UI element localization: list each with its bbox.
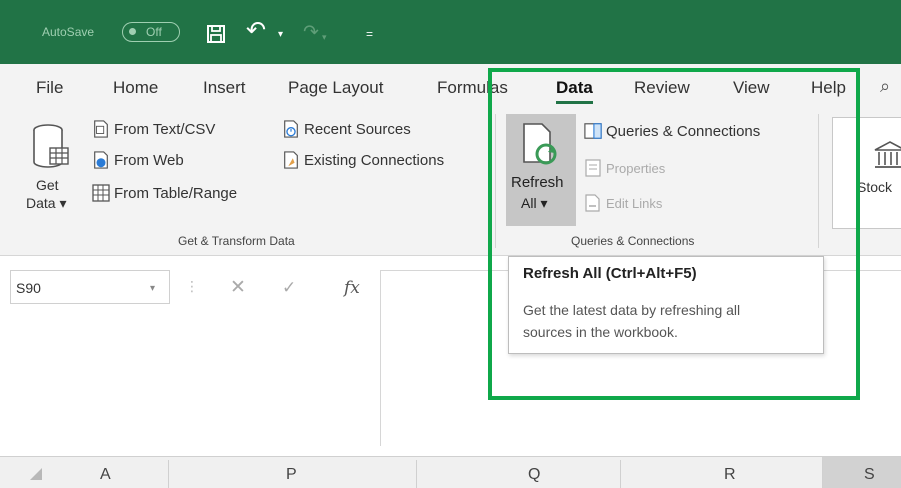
database-icon: [33, 124, 69, 168]
from-table-range-button[interactable]: From Table/Range: [92, 184, 237, 202]
recent-sources-button[interactable]: Recent Sources: [282, 120, 411, 138]
column-header-a[interactable]: A: [100, 466, 111, 484]
tab-page-layout[interactable]: Page Layout: [288, 78, 383, 98]
formula-bar-grip-icon: ⋮: [185, 278, 199, 294]
existing-connections-label: Existing Connections: [304, 151, 445, 169]
name-box-dropdown-icon[interactable]: ▾: [150, 283, 155, 294]
from-web-button[interactable]: From Web: [92, 151, 184, 169]
text-file-icon: [94, 120, 108, 138]
column-separator: [416, 460, 417, 488]
redo-dropdown-icon: ▾: [322, 32, 327, 42]
recent-sources-label: Recent Sources: [304, 120, 411, 138]
web-page-icon: [94, 151, 108, 169]
redo-icon: ↷: [303, 22, 319, 43]
from-web-label: From Web: [114, 151, 184, 169]
save-icon[interactable]: [206, 24, 226, 48]
enter-checkmark-icon[interactable]: ✓: [282, 278, 296, 298]
highlight-box: [488, 68, 860, 400]
column-separator: [822, 460, 823, 488]
stocks-label: Stock: [857, 179, 893, 195]
column-header-p[interactable]: P: [286, 466, 297, 484]
name-box-value: S90: [16, 280, 41, 296]
column-separator: [168, 460, 169, 488]
column-header-r[interactable]: R: [724, 466, 736, 484]
toggle-dot-icon: [129, 28, 136, 35]
undo-icon[interactable]: ↶: [246, 19, 266, 43]
get-data-dropdown-label: Data ▾: [26, 195, 67, 211]
autosave-state: Off: [146, 25, 162, 39]
autosave-toggle[interactable]: Off: [122, 22, 180, 42]
get-data-label: Get: [36, 177, 59, 193]
column-separator: [620, 460, 621, 488]
column-header-s[interactable]: S: [864, 466, 875, 484]
insert-function-icon[interactable]: fx: [344, 278, 360, 298]
from-table-range-label: From Table/Range: [114, 184, 238, 202]
recent-file-icon: [284, 120, 298, 138]
column-headers: [0, 456, 901, 488]
select-all-icon[interactable]: [30, 468, 42, 480]
get-transform-group-label: Get & Transform Data: [178, 234, 295, 248]
existing-connections-button[interactable]: Existing Connections: [282, 151, 444, 169]
from-text-csv-button[interactable]: From Text/CSV: [92, 120, 215, 138]
from-text-csv-label: From Text/CSV: [114, 120, 216, 138]
table-icon: [92, 184, 110, 202]
customize-quick-access-icon[interactable]: =: [366, 24, 373, 44]
search-icon[interactable]: ⌕: [880, 76, 890, 97]
tab-insert[interactable]: Insert: [203, 78, 246, 98]
tab-home[interactable]: Home: [113, 78, 158, 98]
undo-dropdown-icon[interactable]: ▾: [278, 25, 283, 45]
column-header-q[interactable]: Q: [528, 466, 540, 484]
connection-file-icon: [284, 151, 298, 169]
cancel-icon[interactable]: ✕: [230, 276, 246, 299]
autosave-label: AutoSave: [42, 25, 95, 39]
tab-file[interactable]: File: [36, 78, 63, 98]
column-header-s-selected: [822, 457, 901, 488]
bank-icon: [874, 141, 901, 168]
